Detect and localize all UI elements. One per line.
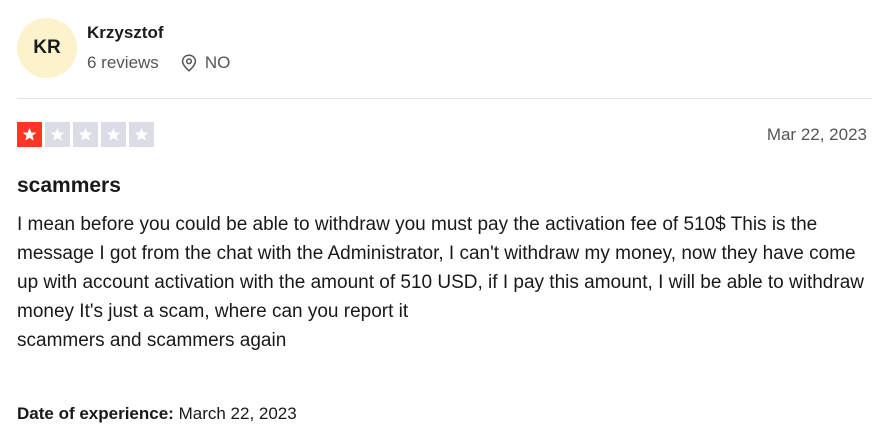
star-rating: [17, 122, 157, 147]
review-date: Mar 22, 2023: [766, 125, 867, 144]
reviewer-name[interactable]: Krzysztof: [87, 22, 230, 44]
star-icon: [45, 122, 70, 147]
divider: [17, 98, 872, 99]
date-of-experience: Date of experience: March 22, 2023: [17, 404, 297, 424]
experience-label: Date of experience:: [17, 404, 174, 423]
review-text: I mean before you could be able to withd…: [17, 214, 864, 322]
reviewer-sub: 6 reviews NO: [87, 53, 230, 73]
avatar[interactable]: KR: [17, 18, 77, 78]
reviewer-country: NO: [204, 52, 231, 72]
star-icon: [17, 122, 42, 147]
review-card: KR Krzysztof 6 reviews NO Mar 22, 2023 s…: [0, 0, 889, 446]
reviewer-meta: Krzysztof 6 reviews NO: [87, 22, 230, 73]
review-body: I mean before you could be able to withd…: [17, 210, 877, 355]
review-title[interactable]: scammers: [17, 174, 121, 198]
reviewer-header[interactable]: KR Krzysztof 6 reviews NO: [17, 18, 230, 78]
location-pin-icon: [181, 53, 197, 72]
reviews-count: 6 reviews: [87, 52, 159, 72]
star-icon: [101, 122, 126, 147]
review-text-continued: scammers and scammers again: [17, 330, 287, 351]
experience-date: March 22, 2023: [178, 404, 297, 423]
star-icon: [129, 122, 154, 147]
star-icon: [73, 122, 98, 147]
